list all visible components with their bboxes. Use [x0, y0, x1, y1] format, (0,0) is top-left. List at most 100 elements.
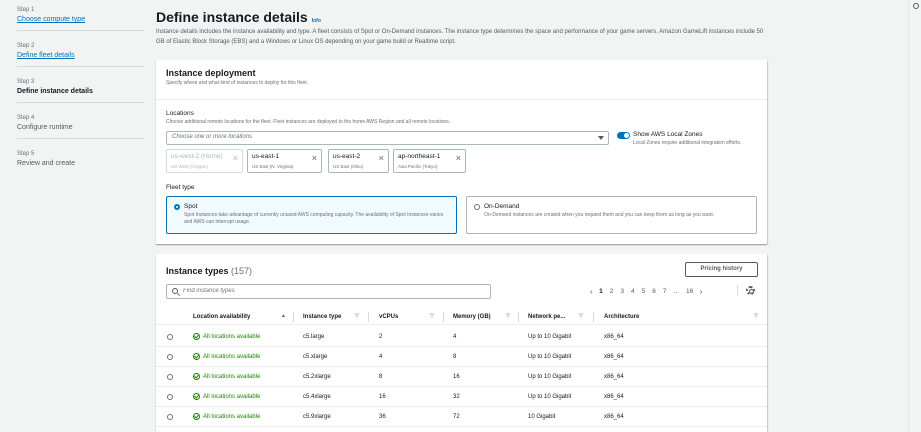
table-row[interactable]: All locations available c5.4xlarge 16 32…: [156, 387, 767, 407]
col-instance-type[interactable]: Instance type: [303, 313, 341, 321]
col-architecture[interactable]: Architecture: [604, 313, 639, 321]
cell-availability: All locations available: [203, 394, 261, 400]
caret-down-icon: [598, 136, 604, 140]
wizard-steps: Step 1 Choose compute type Step 2 Define…: [17, 6, 147, 180]
cell-availability: All locations available: [203, 334, 261, 340]
table-row[interactable]: All locations available c5.large 2 4 Up …: [156, 327, 767, 347]
remove-icon[interactable]: ×: [379, 154, 384, 163]
cell-memory: 32: [453, 394, 460, 400]
page-16[interactable]: 16: [686, 288, 693, 295]
table-row[interactable]: All locations available c5.9xlarge 36 72…: [156, 407, 767, 427]
column-resizer[interactable]: [518, 312, 519, 322]
column-resizer[interactable]: [443, 312, 444, 322]
step-link-choose-compute-type[interactable]: Choose compute type: [17, 14, 147, 25]
sort-icon[interactable]: ▽: [355, 313, 359, 319]
instance-type-search: [166, 284, 491, 299]
page-3[interactable]: 3: [620, 288, 624, 295]
cell-vcpus: 2: [379, 334, 383, 340]
step-link-define-fleet-details[interactable]: Define fleet details: [17, 50, 147, 61]
table-row[interactable]: All locations available c5.2xlarge 8 16 …: [156, 367, 767, 387]
fleet-type-spot-tile[interactable]: Spot Spot Instances take advantage of cu…: [166, 196, 457, 234]
pricing-history-button[interactable]: Pricing history: [685, 262, 758, 277]
check-circle-icon: [193, 413, 200, 420]
fleet-type-on-demand-tile[interactable]: On-Demand On-Demand instances are create…: [466, 196, 757, 234]
row-radio[interactable]: [167, 354, 173, 360]
cell-memory: 8: [453, 354, 457, 360]
cell-availability: All locations available: [203, 414, 261, 420]
step-number: Step 5: [17, 151, 35, 157]
remove-icon[interactable]: ×: [456, 154, 461, 163]
location-token-us-east-2: us-east-2 US East (Ohio) ×: [328, 149, 389, 173]
step-number: Step 4: [17, 115, 35, 121]
page-2[interactable]: 2: [610, 288, 614, 295]
step-number: Step 2: [17, 43, 35, 49]
page-4[interactable]: 4: [631, 288, 635, 295]
gear-icon[interactable]: [746, 286, 755, 295]
help-icon[interactable]: [913, 3, 919, 9]
page-6[interactable]: 6: [652, 288, 656, 295]
page-description: Instance details includes the instance a…: [156, 29, 764, 45]
cell-vcpus: 16: [379, 394, 386, 400]
col-vcpus[interactable]: vCPUs: [379, 313, 398, 321]
on-demand-radio[interactable]: [474, 204, 480, 210]
step-4: Step 4 Configure runtime: [17, 114, 147, 139]
row-radio[interactable]: [167, 394, 173, 400]
table-header: Location availability ▲ Instance type ▽ …: [156, 309, 767, 325]
sort-icon[interactable]: ▽: [430, 313, 434, 319]
cell-architecture: x86_64: [604, 394, 624, 400]
check-circle-icon: [193, 353, 200, 360]
row-radio[interactable]: [167, 374, 173, 380]
col-memory[interactable]: Memory (GB): [453, 313, 491, 321]
row-radio[interactable]: [167, 334, 173, 340]
divider: [737, 285, 738, 295]
row-radio[interactable]: [167, 414, 173, 420]
page-5[interactable]: 5: [642, 288, 646, 295]
column-resizer[interactable]: [368, 312, 369, 322]
cell-network: Up to 10 Gigabit: [528, 394, 572, 400]
page-7[interactable]: 7: [663, 288, 667, 295]
col-location-availability[interactable]: Location availability: [193, 313, 250, 321]
page: Step 1 Choose compute type Step 2 Define…: [0, 0, 921, 432]
step-number: Step 3: [17, 79, 35, 85]
locations-placeholder: Choose one or more locations: [172, 134, 253, 140]
divider: [156, 99, 767, 100]
next-page-icon[interactable]: ›: [700, 287, 703, 296]
sort-icon[interactable]: ▽: [506, 313, 510, 319]
col-network-performance[interactable]: Network pe...: [528, 313, 565, 321]
spot-radio[interactable]: [174, 204, 180, 210]
page-title: Define instance details: [156, 9, 308, 25]
local-zones-toggle[interactable]: [617, 132, 630, 139]
remove-icon[interactable]: ×: [312, 154, 317, 163]
locations-description: Choose additional remote locations for t…: [166, 119, 451, 125]
token-name: us-west-2 (Home): [171, 153, 223, 160]
token-name: us-east-1: [252, 153, 280, 160]
remove-icon: ×: [232, 153, 238, 163]
scrollbar[interactable]: [908, 0, 909, 432]
previous-page-icon[interactable]: ‹: [590, 287, 593, 296]
cell-network: Up to 10 Gigabit: [528, 374, 572, 380]
table-row[interactable]: All locations available c5.xlarge 4 8 Up…: [156, 347, 767, 367]
check-circle-icon: [193, 333, 200, 340]
sort-ascending-icon[interactable]: ▲: [281, 313, 286, 319]
page-1[interactable]: 1: [599, 288, 603, 295]
local-zones-description: Local Zones require additional integrati…: [633, 140, 742, 146]
column-resizer[interactable]: [293, 312, 294, 322]
instance-types-panel: Instance types (157) Pricing history ‹ 1…: [156, 254, 767, 432]
cell-instance-type: c5.4xlarge: [303, 394, 331, 400]
info-link[interactable]: Info: [312, 18, 321, 24]
cell-memory: 72: [453, 414, 460, 420]
sort-icon[interactable]: ▽: [579, 313, 583, 319]
column-resizer[interactable]: [593, 312, 594, 322]
cell-network: 10 Gigabit: [528, 414, 556, 420]
spot-description: Spot Instances take advantage of current…: [184, 212, 444, 225]
token-region: US East (N. Virginia): [252, 164, 294, 169]
locations-select[interactable]: Choose one or more locations: [166, 131, 609, 145]
cell-availability: All locations available: [203, 374, 261, 380]
cell-architecture: x86_64: [604, 354, 624, 360]
step-configure-runtime: Configure runtime: [17, 124, 73, 131]
check-circle-icon: [193, 373, 200, 380]
cell-network: Up to 10 Gigabit: [528, 334, 572, 340]
cell-memory: 4: [453, 334, 457, 340]
search-input[interactable]: [183, 288, 483, 294]
sort-icon[interactable]: ▽: [754, 313, 758, 319]
